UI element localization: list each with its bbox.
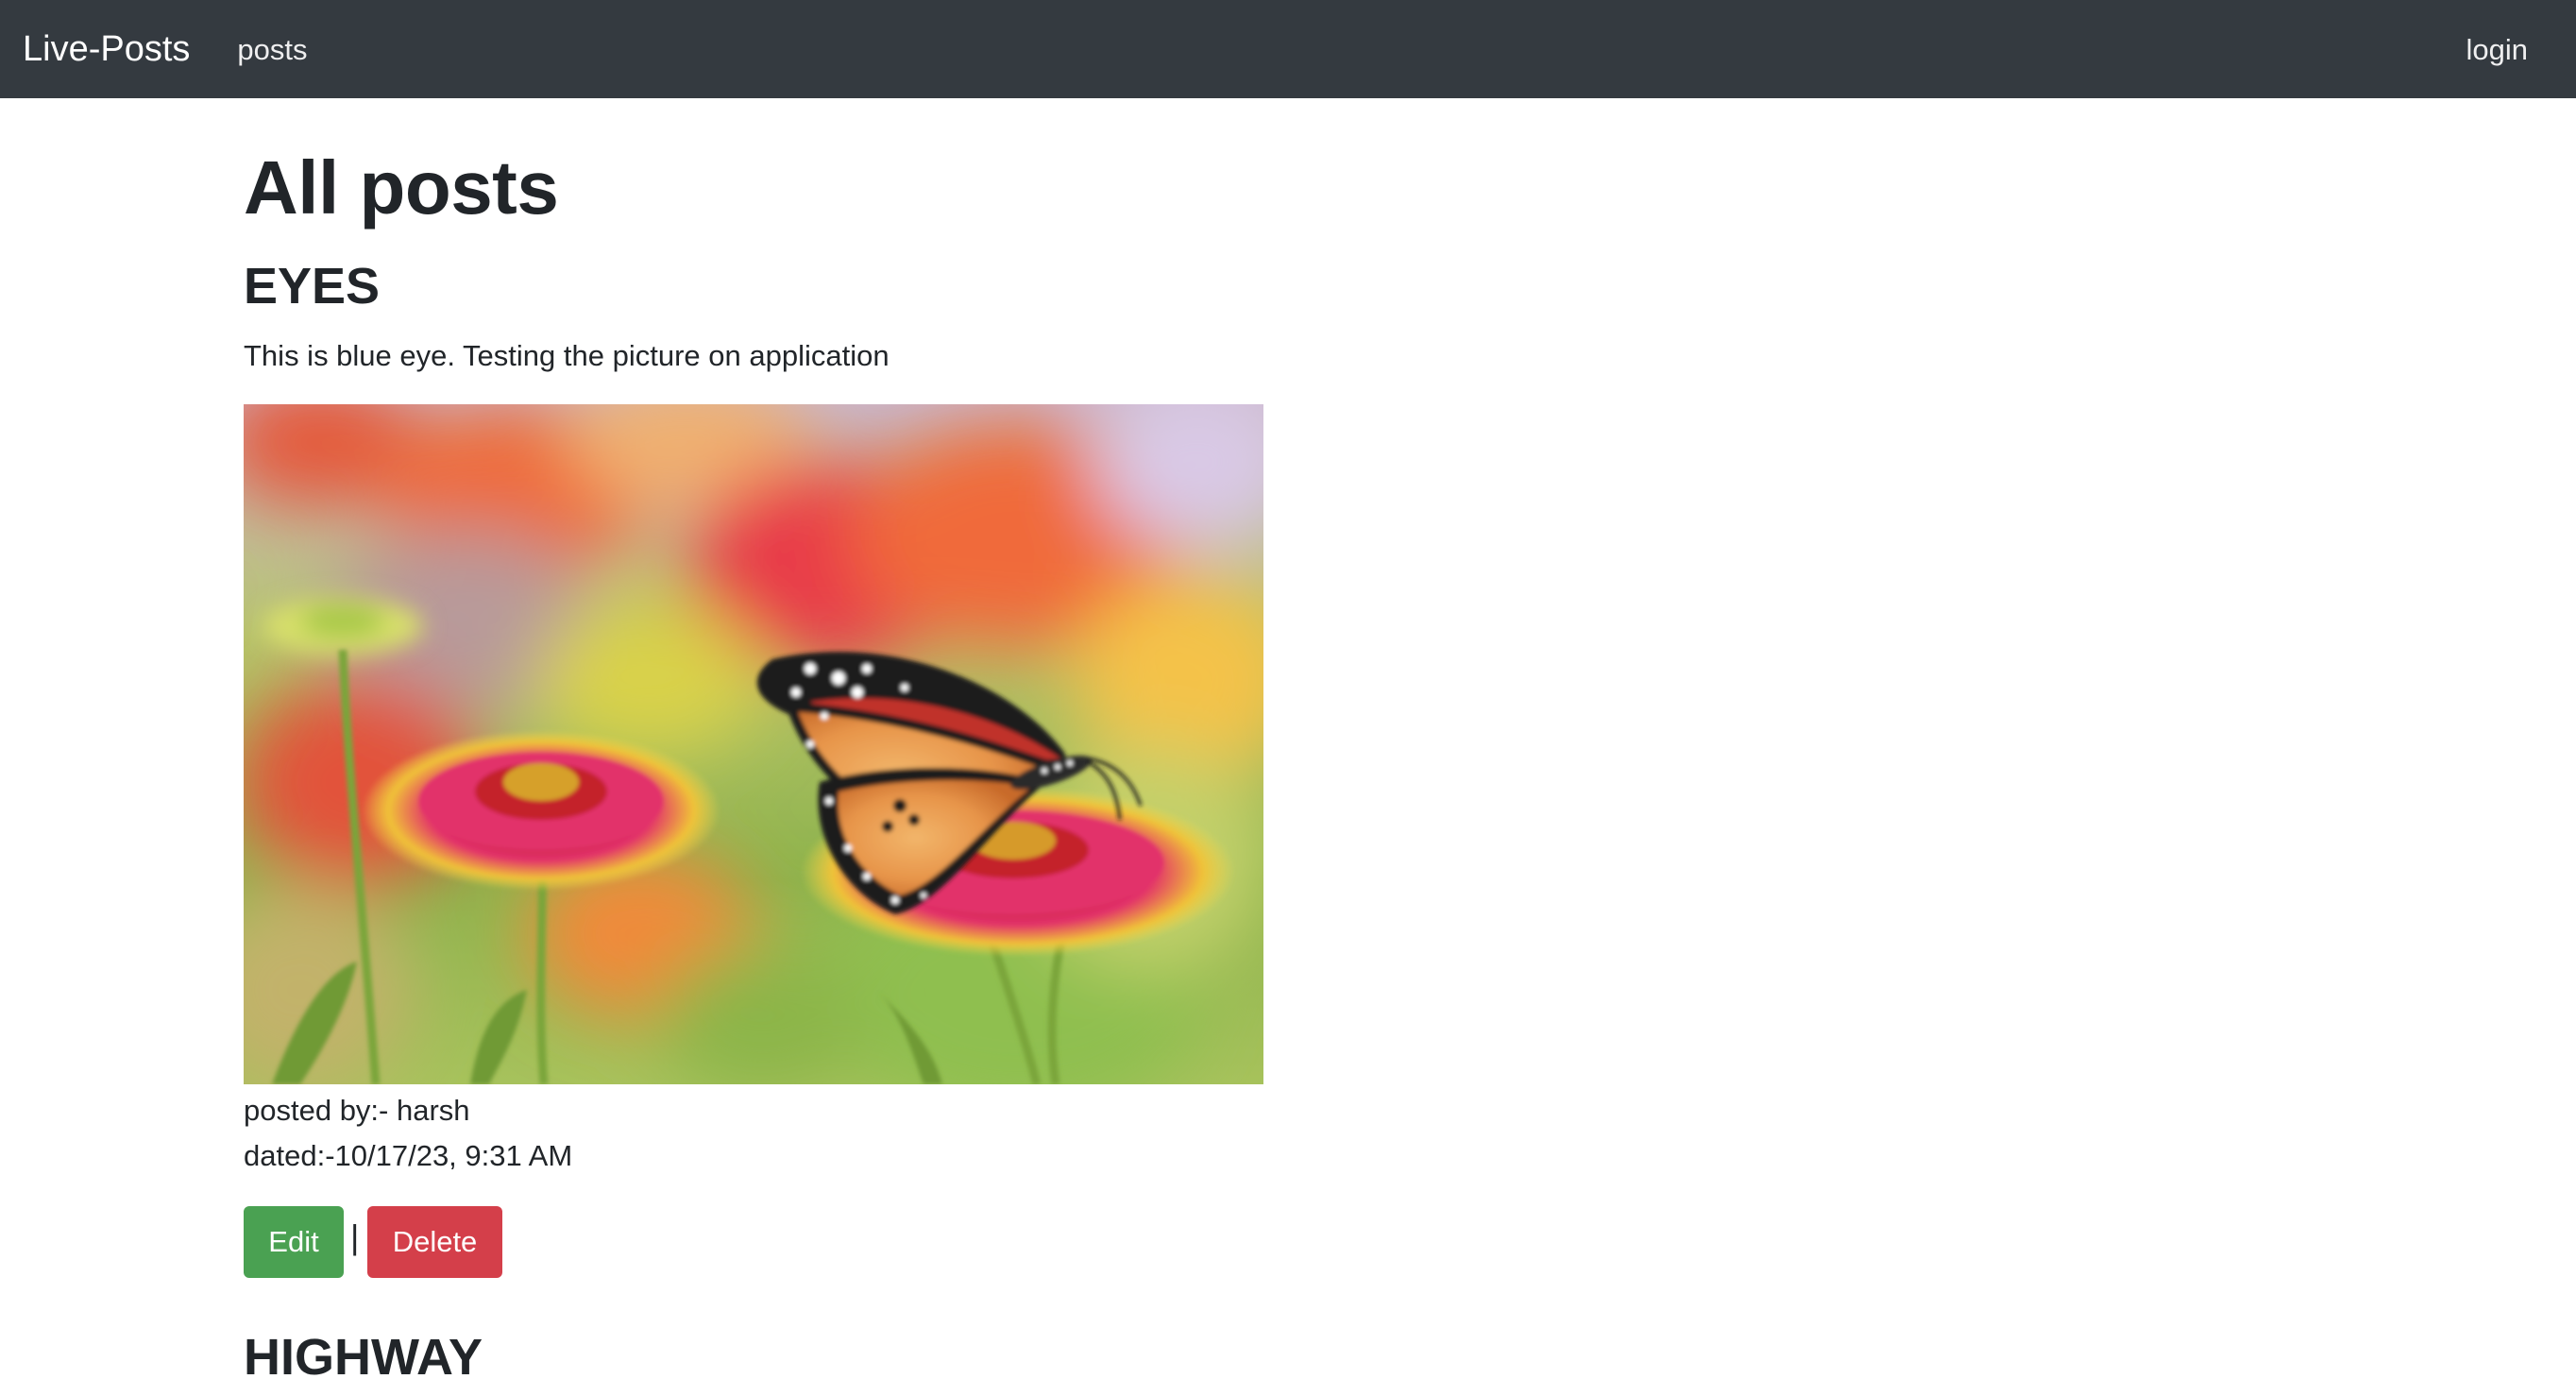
butterfly-flower-image bbox=[244, 404, 1263, 1084]
top-navbar: Live-Posts posts login bbox=[0, 0, 2576, 98]
edit-button[interactable]: Edit bbox=[244, 1206, 344, 1278]
post-description: This is blue eye. Testing the picture on… bbox=[244, 339, 890, 372]
delete-button[interactable]: Delete bbox=[367, 1206, 502, 1278]
brand-link[interactable]: Live-Posts bbox=[23, 31, 190, 67]
post-date: dated:-10/17/23, 9:31 AM bbox=[244, 1139, 573, 1172]
post-image bbox=[244, 404, 1263, 1084]
button-divider: | bbox=[350, 1217, 360, 1256]
post-author: posted by:- harsh bbox=[244, 1094, 470, 1127]
login-link[interactable]: login bbox=[2466, 35, 2529, 64]
post-title: HIGHWAY bbox=[244, 1329, 483, 1386]
page-title: All posts bbox=[244, 145, 559, 230]
post-title: EYES bbox=[244, 258, 381, 315]
nav-link-posts[interactable]: posts bbox=[237, 35, 307, 64]
